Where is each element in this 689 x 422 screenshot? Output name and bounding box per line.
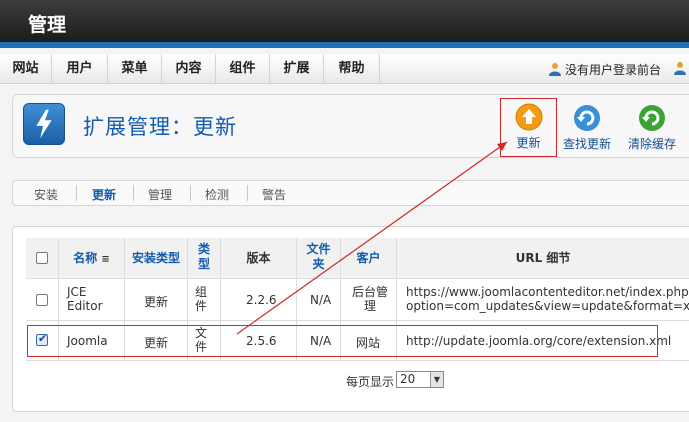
- column-header-name[interactable]: 名称 ≡: [59, 238, 124, 278]
- menu-bar: 网站 用户 菜单 内容 组件 扩展 帮助 没有用户登录前台: [0, 54, 689, 84]
- find-updates-button[interactable]: 查找更新: [559, 100, 615, 156]
- row-divider: [26, 320, 689, 321]
- menu-item-extensions[interactable]: 扩展: [270, 54, 324, 84]
- column-header-name-label: 名称: [73, 251, 98, 265]
- row-divider: [26, 360, 689, 361]
- tab-manage[interactable]: 管理: [148, 186, 172, 203]
- tab-install[interactable]: 安装: [34, 186, 58, 203]
- row-type: 组 件: [195, 285, 207, 313]
- column-header-type-line2: 型: [197, 257, 210, 271]
- row-type-line2: 件: [195, 299, 208, 313]
- page-size-select[interactable]: 20 ▼: [396, 371, 444, 388]
- login-status: 没有用户登录前台: [548, 61, 661, 78]
- column-header-url: URL 细节: [397, 238, 689, 278]
- pager-label: 每页显示: [346, 375, 395, 389]
- tab-update[interactable]: 更新: [92, 186, 116, 203]
- purge-cache-label: 清除缓存: [627, 137, 676, 151]
- row-install-type: 更新: [144, 295, 169, 309]
- tab-warnings[interactable]: 警告: [262, 186, 286, 203]
- column-header-type[interactable]: 类 型: [188, 238, 220, 278]
- row-name: JCE Editor: [67, 285, 103, 313]
- menu-item-content[interactable]: 内容: [162, 54, 216, 84]
- user-icon: [674, 62, 686, 75]
- update-button-label: 更新: [516, 136, 541, 150]
- page: 管理 网站 用户 菜单 内容 组件 扩展 帮助 没有用户登录前台 扩展管理：更新: [0, 0, 689, 422]
- row-client: 后台管 理: [352, 285, 388, 313]
- menu-item-help[interactable]: 帮助: [324, 54, 380, 84]
- row-folder: N/A: [310, 293, 332, 307]
- menu-item-components[interactable]: 组件: [216, 54, 270, 84]
- highlight-box: [27, 325, 658, 357]
- menu-item-menus[interactable]: 菜单: [108, 54, 162, 84]
- select-all-checkbox[interactable]: [36, 252, 48, 264]
- tab-separator: [76, 185, 77, 201]
- row-url: https://www.joomlacontenteditor.net/inde…: [406, 285, 689, 313]
- column-header-folder[interactable]: 文件 夹: [297, 238, 340, 278]
- menu-item-site[interactable]: 网站: [0, 54, 52, 84]
- tab-separator: [133, 185, 134, 201]
- column-header-type-line1: 类: [197, 242, 210, 256]
- purge-cache-button[interactable]: 清除缓存: [622, 100, 682, 156]
- sort-icon: ≡: [101, 254, 110, 265]
- row-name-line2: Editor: [67, 299, 103, 313]
- row-name-line1: JCE: [67, 285, 87, 299]
- row-type-line1: 组: [195, 285, 208, 299]
- tab-separator: [247, 185, 248, 201]
- column-header-client[interactable]: 客户: [341, 238, 396, 278]
- row-divider: [26, 278, 689, 279]
- admin-header: 管理: [0, 0, 689, 48]
- refresh-icon: [639, 105, 665, 131]
- page-size-value: 20: [400, 372, 416, 386]
- login-status-text: 没有用户登录前台: [564, 63, 661, 77]
- row-url-line1: https://www.joomlacontenteditor.net/inde…: [406, 285, 689, 299]
- refresh-icon: [574, 105, 600, 131]
- row-client-line2: 理: [364, 299, 377, 313]
- row-checkbox[interactable]: [36, 294, 48, 306]
- tab-discover[interactable]: 检测: [205, 186, 229, 203]
- page-title: 扩展管理：更新: [83, 115, 237, 139]
- user-icon: [548, 63, 561, 76]
- column-header-version: 版本: [221, 238, 296, 278]
- row-url-line2: option=com_updates&view=update&format=xm…: [406, 299, 689, 313]
- column-header-folder-line1: 文件: [306, 242, 331, 256]
- menu-item-users[interactable]: 用户: [52, 54, 108, 84]
- column-header-install-type[interactable]: 安装类型: [125, 238, 187, 278]
- row-client-line1: 后台管: [352, 285, 389, 299]
- extension-lightning-icon: [23, 103, 65, 145]
- row-version: 2.2.6: [246, 293, 277, 307]
- header-title: 管理: [28, 14, 67, 36]
- tab-separator: [190, 185, 191, 201]
- dropdown-arrow-icon: ▼: [430, 372, 443, 387]
- update-arrow-up-icon: [515, 103, 542, 131]
- update-button[interactable]: 更新: [500, 98, 557, 157]
- find-updates-label: 查找更新: [562, 137, 611, 151]
- column-header-folder-line2: 夹: [312, 257, 325, 271]
